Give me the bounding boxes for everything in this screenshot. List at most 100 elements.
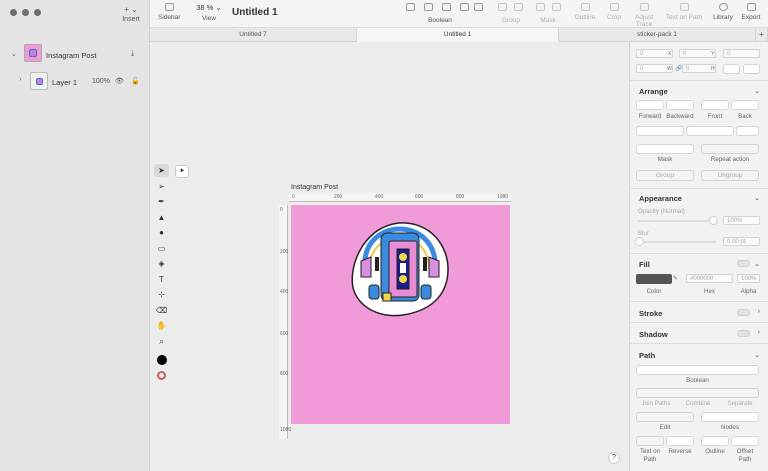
fill-tool[interactable]: ◈ — [154, 257, 169, 270]
sidebar-icon — [164, 3, 174, 11]
join-combine-separate-buttons[interactable] — [636, 388, 759, 398]
repeat-buttons[interactable] — [701, 144, 759, 154]
opacity-slider[interactable] — [638, 220, 716, 222]
boolean-intersect-button[interactable] — [438, 3, 454, 14]
chevron-right-icon[interactable]: › — [758, 308, 760, 315]
eraser-tool[interactable]: ⌫ — [154, 304, 169, 317]
align-buttons-right[interactable] — [686, 126, 734, 136]
blur-slider-knob[interactable] — [635, 237, 644, 246]
backward-button[interactable] — [666, 100, 694, 110]
lock-icon[interactable]: 🔓 — [131, 77, 140, 85]
flip-horizontal-button[interactable] — [723, 64, 740, 74]
boolean-subtract-button[interactable] — [420, 3, 436, 14]
help-button[interactable]: ? — [608, 452, 620, 464]
stroke-color-well[interactable] — [154, 369, 169, 382]
tools-palette: ➤ ➢ ✒ ▲ ● ▭ ◈ T ⊹ ⌫ ✋ ⌕ — [154, 164, 169, 386]
zoom-window-button[interactable] — [34, 9, 41, 16]
layer-name-layer-1[interactable]: Layer 1 — [52, 78, 77, 87]
path-text-on-path-button[interactable] — [636, 436, 664, 446]
library-icon — [718, 3, 728, 11]
layer-name-instagram-post[interactable]: Instagram Post — [46, 51, 96, 60]
shadow-title: Shadow — [639, 330, 668, 339]
opacity-slider-knob[interactable] — [709, 216, 718, 225]
mask-buttons[interactable] — [636, 144, 694, 154]
ungroup-panel-button[interactable]: Ungroup — [701, 170, 759, 181]
export-marker-icon[interactable]: ⤓ — [131, 50, 134, 58]
alpha-field[interactable]: 100% — [737, 274, 760, 283]
chevron-right-icon[interactable]: › — [758, 329, 760, 336]
reverse-button[interactable] — [666, 436, 694, 446]
text-on-path-button[interactable]: Text on Path — [664, 3, 704, 21]
chevron-down-icon[interactable]: ⌄ — [754, 194, 760, 202]
zoom-tool[interactable]: ⌕ — [154, 335, 169, 348]
zoom-control[interactable]: 38 % ⌄ View — [192, 3, 226, 22]
front-button[interactable] — [701, 100, 729, 110]
path-outline-button[interactable] — [701, 436, 729, 446]
opacity-field[interactable]: 100% — [723, 216, 760, 225]
unmask-button[interactable] — [548, 3, 564, 14]
toolbar: Sidebar 38 % ⌄ View Untitled 1 Boolean G… — [150, 0, 768, 28]
align-buttons-left[interactable] — [636, 126, 684, 136]
outline-button[interactable]: Outline — [572, 3, 598, 21]
text-tool[interactable]: T — [154, 273, 169, 286]
shadow-toggle[interactable] — [737, 330, 750, 337]
edit-buttons[interactable] — [636, 412, 694, 422]
chevron-right-icon[interactable]: › — [19, 76, 21, 83]
tab-sticker-pack-1[interactable]: sticker-pack 1 — [559, 28, 756, 42]
distribute-buttons[interactable] — [736, 126, 759, 136]
boolean-buttons[interactable] — [636, 365, 759, 375]
sidebar-toggle-button[interactable]: Sidebar — [158, 3, 180, 21]
pen-tool[interactable]: ✒ — [154, 195, 169, 208]
boolean-divide-button[interactable] — [470, 3, 486, 14]
export-button[interactable]: Export — [739, 3, 763, 21]
chevron-down-icon[interactable]: ⌄ — [754, 87, 760, 95]
artboard[interactable] — [291, 205, 510, 424]
color-well[interactable] — [154, 354, 169, 367]
sticker-illustration[interactable] — [291, 205, 510, 424]
tab-untitled-7[interactable]: Untitled 7 — [150, 28, 357, 42]
back-button[interactable] — [731, 100, 759, 110]
chevron-down-icon[interactable]: ⌄ — [11, 50, 17, 58]
mask-button[interactable] — [532, 3, 548, 14]
group-panel-button[interactable]: Group — [636, 170, 694, 181]
fill-color-swatch[interactable] — [636, 274, 672, 284]
minimize-window-button[interactable] — [22, 9, 29, 16]
move-tool[interactable]: ➤ — [154, 164, 169, 177]
hex-field[interactable]: #000000 — [686, 274, 733, 283]
crop-tool[interactable]: ⊹ — [154, 288, 169, 301]
chevron-down-icon[interactable]: ⌄ — [754, 260, 760, 268]
blur-field[interactable]: 0.00 pt — [723, 237, 760, 246]
hand-tool[interactable]: ✋ — [154, 319, 169, 332]
eyedropper-icon[interactable]: ✎ — [673, 275, 678, 282]
arrange-title: Arrange — [639, 87, 668, 96]
new-tab-button[interactable]: + — [756, 28, 768, 42]
layer-thumbnail — [30, 72, 48, 90]
insert-button[interactable]: + ⌄ Insert — [120, 5, 142, 23]
close-window-button[interactable] — [10, 9, 17, 16]
quick-action-button[interactable]: ⯈ — [175, 165, 189, 178]
group-button[interactable] — [494, 3, 510, 14]
offset-path-button[interactable] — [731, 436, 759, 446]
nodes-buttons[interactable] — [701, 412, 759, 422]
adjust-trace-button[interactable]: Adjust Trace — [626, 3, 662, 28]
chevron-down-icon[interactable]: ⌄ — [754, 351, 760, 359]
flip-vertical-button[interactable] — [743, 64, 760, 74]
fill-toggle[interactable] — [737, 260, 750, 267]
forward-button[interactable] — [636, 100, 664, 110]
visibility-eye-icon[interactable]: 👁 — [115, 77, 124, 85]
boolean-union-button[interactable] — [402, 3, 418, 14]
tab-untitled-1[interactable]: Untitled 1 — [357, 28, 559, 42]
pencil-tool[interactable]: ● — [154, 226, 169, 239]
stroke-toggle[interactable] — [737, 309, 750, 316]
node-tool[interactable]: ➢ — [154, 180, 169, 193]
ungroup-button[interactable] — [510, 3, 526, 14]
rotation-field[interactable]: 0 — [723, 49, 760, 58]
crop-button[interactable]: Crop — [605, 3, 623, 21]
vector-brush-tool[interactable]: ▲ — [154, 211, 169, 224]
rectangle-tool[interactable]: ▭ — [154, 242, 169, 255]
artboard-label[interactable]: Instagram Post — [291, 184, 338, 191]
layer-opacity[interactable]: 100% — [92, 78, 110, 85]
divide-icon — [473, 3, 483, 11]
blur-slider[interactable] — [638, 241, 716, 243]
library-button[interactable]: Library — [710, 3, 736, 21]
